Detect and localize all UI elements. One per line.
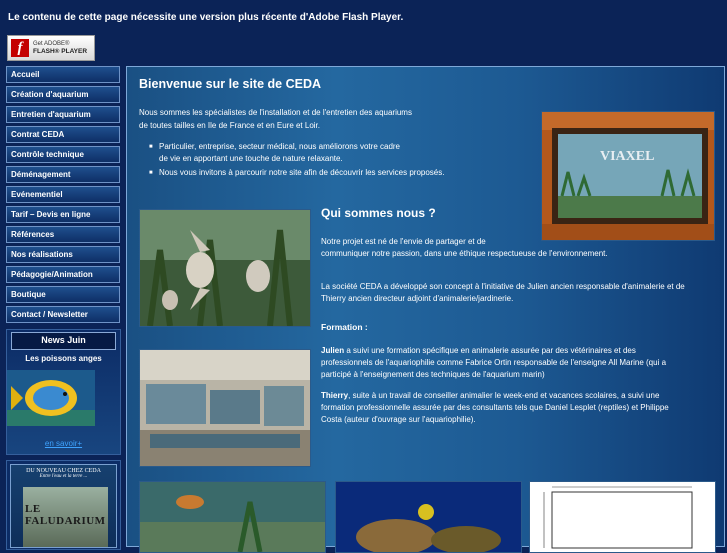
- faludarium-promo[interactable]: DU NOUVEAU CHEZ CEDA Entre l'eau et la t…: [6, 460, 121, 550]
- nav-item-references[interactable]: Références: [6, 226, 120, 243]
- thierry-line-1: Thierry, suite à un travail de conseille…: [321, 390, 659, 402]
- tank-photo-1: [139, 481, 326, 553]
- nav-item-accueil[interactable]: Accueil: [6, 66, 120, 83]
- nav-item-controle[interactable]: Contrôle technique: [6, 146, 120, 163]
- formation-label: Formation :: [321, 322, 368, 332]
- flash-badge-get: Get ADOBE®: [33, 41, 70, 47]
- bullet-invite: Nous vous invitons à parcourir notre sit…: [149, 167, 444, 179]
- nav-item-evenementiel[interactable]: Evénementiel: [6, 186, 120, 203]
- society-line-1: La société CEDA a développé son concept …: [321, 282, 685, 291]
- news-box: News Juin Les poissons anges en savoir+: [6, 329, 121, 455]
- julien-line-2: professionnels de l'aquariophilie comme …: [321, 358, 667, 367]
- project-line-2: communiquer notre passion, dans une éthi…: [321, 249, 608, 258]
- nav-item-demenagement[interactable]: Déménagement: [6, 166, 120, 183]
- shop-interior-photo: [139, 349, 311, 467]
- promo-word: LE FALUDARIUM: [25, 503, 106, 527]
- julien-name: Julien: [321, 346, 345, 355]
- get-flash-player-button[interactable]: f Get ADOBE® FLASH® PLAYER: [7, 35, 95, 61]
- julien-line-3: participé à l'enseignement des technique…: [321, 370, 545, 379]
- sign-text: VIAXEL: [600, 149, 654, 164]
- thierry-text-1: , suite à un travail de conseiller anima…: [348, 391, 660, 400]
- intro-line-1: Nous sommes les spécialistes de l'instal…: [139, 108, 412, 117]
- nav-item-boutique[interactable]: Boutique: [6, 286, 120, 303]
- nav-item-contrat[interactable]: Contrat CEDA: [6, 126, 120, 143]
- main-navigation: Accueil Création d'aquarium Entretien d'…: [6, 66, 120, 326]
- news-title: News Juin: [11, 332, 116, 350]
- intro-line-2: de toutes tailles en Ile de France et en…: [139, 121, 320, 130]
- about-heading: Qui sommes nous ?: [321, 206, 436, 220]
- nav-item-pedagogie[interactable]: Pédagogie/Animation: [6, 266, 120, 283]
- angelfish-tank-photo: [139, 209, 311, 327]
- bullet-clients-line1: Particulier, entreprise, secteur médical…: [159, 142, 400, 151]
- services-list: Particulier, entreprise, secteur médical…: [149, 141, 444, 181]
- nav-item-tarif[interactable]: Tarif – Devis en ligne: [6, 206, 120, 223]
- reef-tank-photo: [335, 481, 522, 553]
- office-aquarium-photo: VIAXEL: [541, 111, 715, 241]
- nav-item-realisations[interactable]: Nos réalisations: [6, 246, 120, 263]
- tank-blueprint-image: [529, 481, 716, 553]
- main-content: Bienvenue sur le site de CEDA Nous somme…: [126, 66, 725, 553]
- promo-frame: DU NOUVEAU CHEZ CEDA Entre l'eau et la t…: [10, 464, 117, 548]
- society-line-2: Thierry ancien directeur adjoint d'anima…: [321, 294, 514, 303]
- julien-line-1: Julien a suivi une formation spécifique …: [321, 345, 636, 357]
- thierry-name: Thierry: [321, 391, 349, 400]
- news-more-link[interactable]: en savoir+: [7, 439, 120, 448]
- nav-item-entretien[interactable]: Entretien d'aquarium: [6, 106, 120, 123]
- promo-subtitle: Entre l'eau et la terre ...: [39, 474, 88, 479]
- flash-required-message: Le contenu de cette page nécessite une v…: [8, 12, 404, 23]
- nav-item-contact[interactable]: Contact / Newsletter: [6, 306, 120, 323]
- thierry-line-3: Costa (auteur d'ouvrage sur l'aquariophi…: [321, 415, 476, 424]
- flash-badge-product: FLASH® PLAYER: [33, 48, 88, 55]
- nav-item-creation[interactable]: Création d'aquarium: [6, 86, 120, 103]
- angelfish-image: [7, 370, 95, 426]
- bullet-clients-line2: de vie en apportant une touche de nature…: [159, 154, 343, 163]
- page-title: Bienvenue sur le site de CEDA: [139, 77, 322, 91]
- project-line-1: Notre projet est né de l'envie de partag…: [321, 237, 486, 246]
- news-subtitle: Les poissons anges: [25, 354, 102, 363]
- flash-badge-text: Get ADOBE® FLASH® PLAYER: [33, 41, 87, 55]
- julien-text-1: a suivi une formation spécifique en anim…: [344, 346, 636, 355]
- thierry-line-2: formation professionnelle assurée par de…: [321, 403, 669, 412]
- bullet-clients: Particulier, entreprise, secteur médical…: [149, 141, 444, 165]
- flash-logo-icon: f: [11, 39, 29, 57]
